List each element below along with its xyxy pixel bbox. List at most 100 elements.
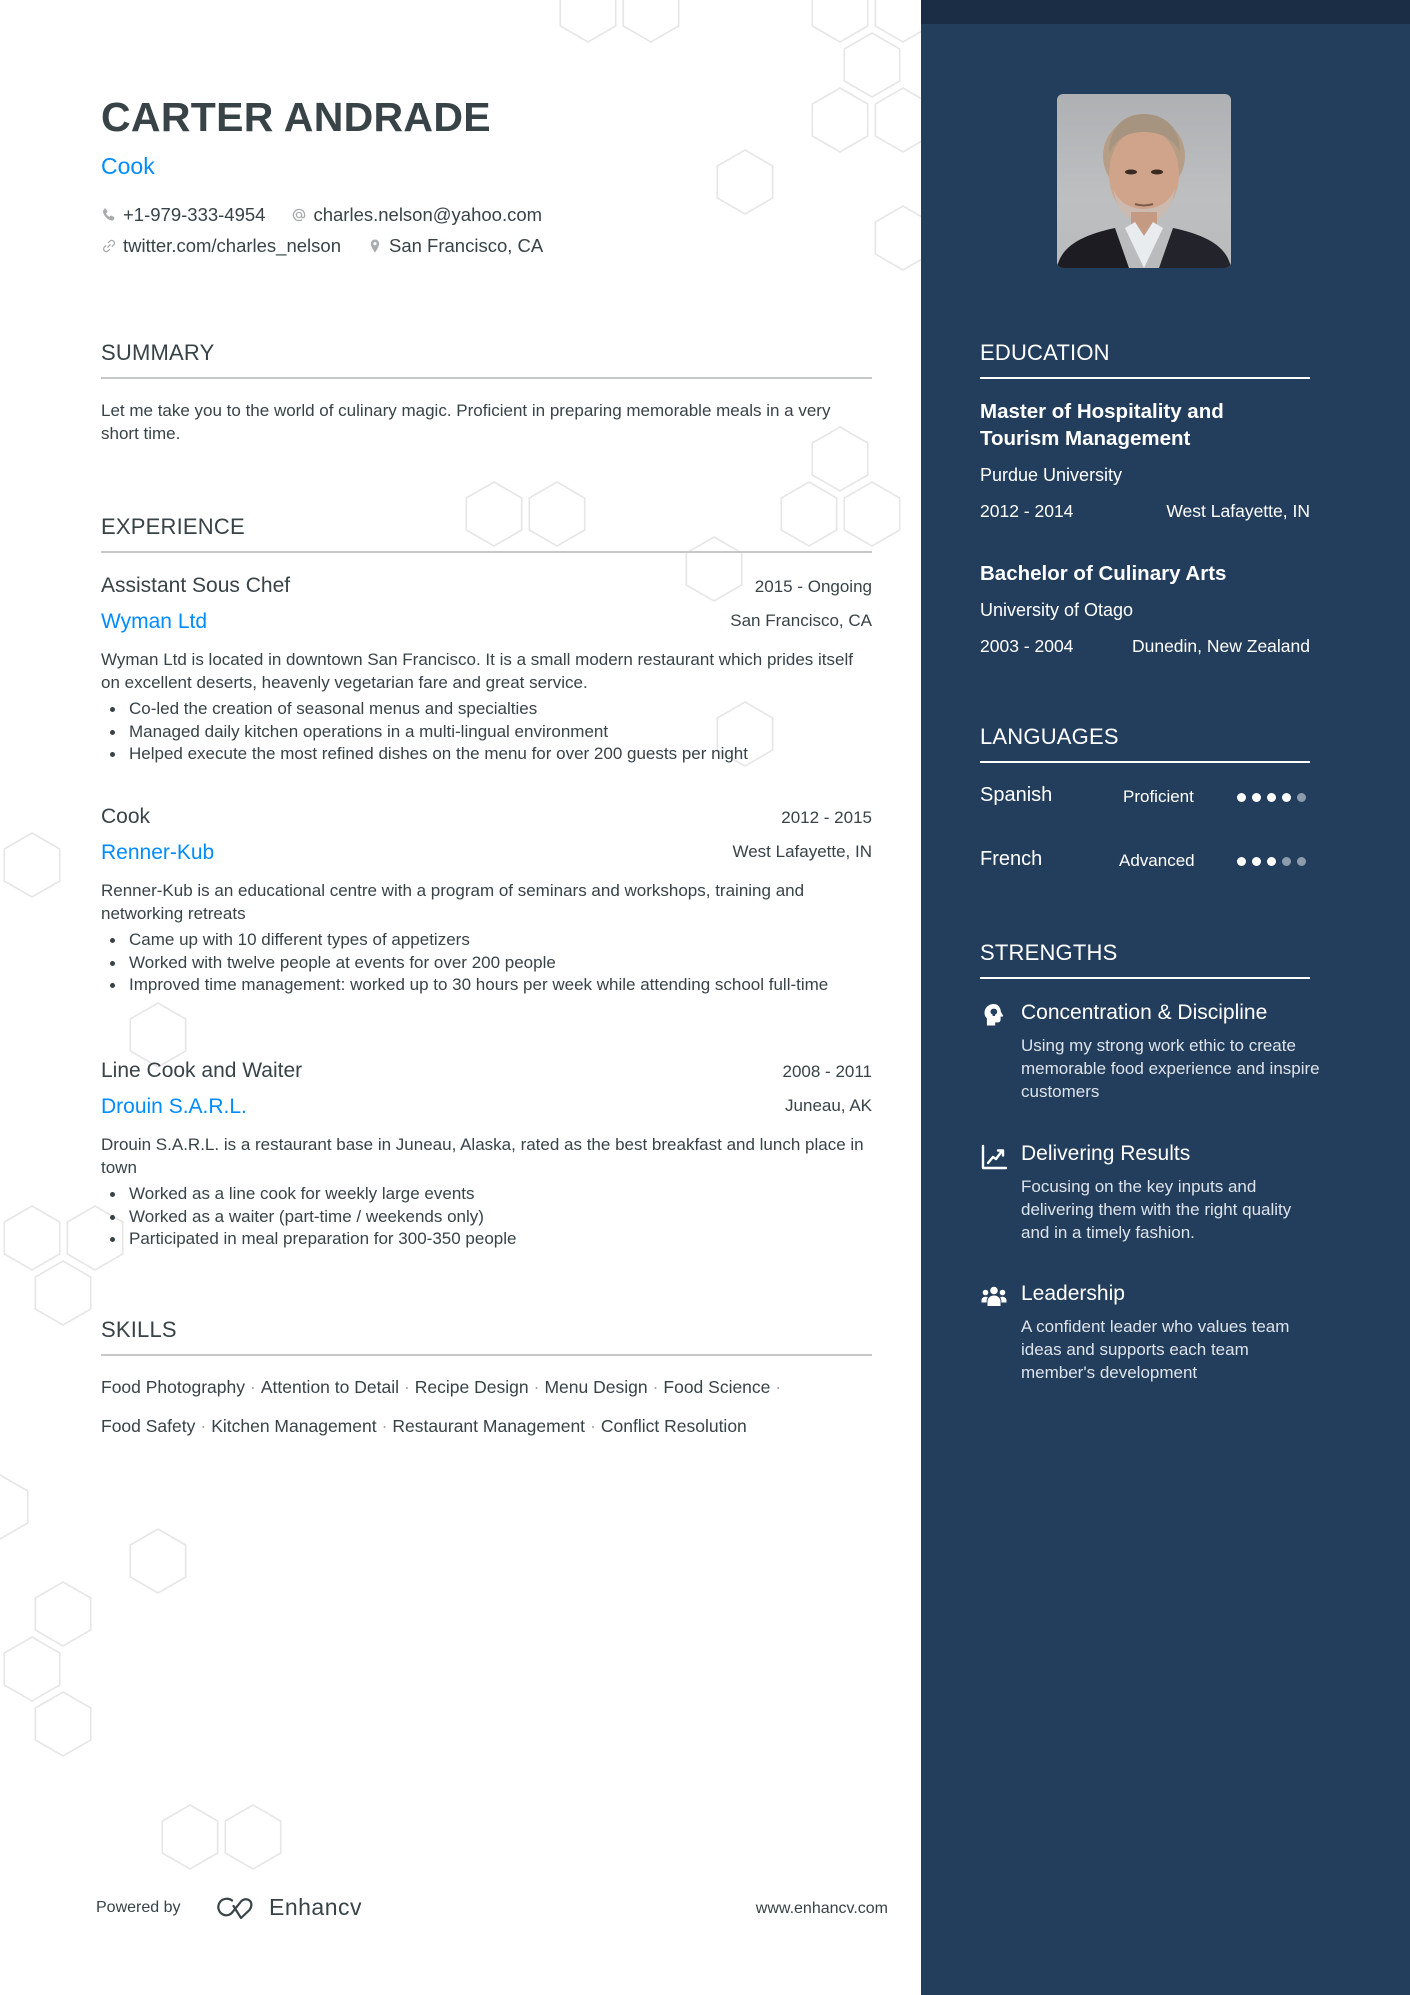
skills-row-1: Food Photography · Attention to Detail · Rec… [101, 1377, 786, 1398]
language-name: Spanish [980, 784, 1053, 806]
bullet-item: Helped execute the most refined dishes o… [101, 743, 872, 766]
rating-dot-filled [1252, 857, 1261, 866]
at-icon [291, 207, 307, 223]
bullet-item: Worked as a line cook for weekly large e… [101, 1183, 872, 1206]
rating-dot-filled [1237, 857, 1246, 866]
link-icon [101, 238, 117, 254]
education-school: University of Otago [980, 600, 1134, 620]
contact-phone[interactable]: +1-979-333-4954 [101, 204, 265, 226]
users-icon [980, 1283, 1008, 1311]
experience-dates: 2012 - 2015 [781, 808, 872, 827]
phone-text: +1-979-333-4954 [123, 204, 266, 225]
enhancv-logo-icon [217, 1897, 253, 1919]
candidate-name: CARTER ANDRADE [101, 94, 491, 140]
experience-bullets: Co-led the creation of seasonal menus an… [101, 698, 872, 766]
skill-tag: Recipe Design [414, 1377, 529, 1397]
experience-role: Line Cook and Waiter [101, 1059, 303, 1082]
experience-company[interactable]: Wyman Ltd [101, 610, 207, 634]
rating-dot-filled [1267, 793, 1276, 802]
language-rating [1237, 857, 1312, 866]
language-level: Proficient [1123, 787, 1194, 806]
location-pin-icon [367, 238, 383, 254]
bullet-item: Participated in meal preparation for 300… [101, 1228, 872, 1251]
email-text: charles.nelson@yahoo.com [313, 204, 543, 225]
powered-by-label: Powered by [96, 1899, 181, 1916]
location-text: San Francisco, CA [389, 235, 544, 256]
contact-location: San Francisco, CA [367, 235, 543, 257]
contact-row-1: +1-979-333-4954 charles.nelson@yahoo.com [101, 204, 568, 226]
experience-role: Cook [101, 805, 151, 828]
experience-company[interactable]: Renner-Kub [101, 841, 214, 865]
education-school: Purdue University [980, 465, 1123, 485]
skill-tag: Food Photography [101, 1377, 245, 1397]
strength-description: Focusing on the key inputs and deliverin… [1021, 1177, 1292, 1242]
strength-title: Leadership [1021, 1282, 1125, 1305]
skill-separator: · [403, 1377, 410, 1397]
languages-heading: LANGUAGES [980, 724, 1119, 749]
summary-divider [101, 377, 872, 379]
experience-location: Juneau, AK [785, 1096, 872, 1115]
experience-description: Renner-Kub is an educational centre with… [101, 881, 805, 923]
summary-text: Let me take you to the world of culinary… [101, 401, 831, 443]
bullet-item: Worked as a waiter (part-time / weekends… [101, 1206, 872, 1229]
sidebar: EDUCATION Master of Hospitality and Tour… [921, 0, 1410, 1995]
education-dates: 2012 - 2014 [980, 501, 1074, 521]
education-location: West Lafayette, IN [1166, 501, 1310, 521]
contact-twitter[interactable]: twitter.com/charles_nelson [101, 235, 341, 257]
candidate-title: Cook [101, 153, 155, 179]
education-location: Dunedin, New Zealand [1131, 636, 1310, 656]
brain-head-icon [980, 1001, 1008, 1029]
education-degree: Master of Hospitality and Tourism Manage… [980, 400, 1224, 450]
languages-divider [980, 761, 1310, 763]
skill-separator: · [652, 1377, 659, 1397]
language-name: French [980, 848, 1043, 870]
experience-bullets: Worked as a line cook for weekly large e… [101, 1183, 872, 1251]
experience-heading: EXPERIENCE [101, 514, 245, 539]
education-heading: EDUCATION [980, 340, 1110, 365]
skills-heading: SKILLS [101, 1317, 177, 1342]
experience-location: San Francisco, CA [730, 611, 872, 630]
skill-tag: Attention to Detail [260, 1377, 399, 1397]
rating-dot-filled [1237, 793, 1246, 802]
experience-role: Assistant Sous Chef [101, 574, 291, 597]
language-rating [1237, 793, 1312, 802]
skill-separator: · [200, 1416, 207, 1436]
rating-dot-empty [1297, 857, 1306, 866]
skill-tag: Food Safety [101, 1416, 196, 1436]
strengths-divider [980, 977, 1310, 979]
sidebar-top-band [921, 0, 1410, 24]
experience-dates: 2015 - Ongoing [754, 577, 872, 596]
contact-row-2: twitter.com/charles_nelson San Francisco… [101, 235, 569, 257]
experience-dates: 2008 - 2011 [782, 1062, 872, 1081]
experience-company[interactable]: Drouin S.A.R.L. [101, 1095, 247, 1119]
bullet-item: Managed daily kitchen operations in a mu… [101, 721, 872, 744]
experience-divider [101, 551, 872, 553]
bullet-item: Co-led the creation of seasonal menus an… [101, 698, 872, 721]
strength-description: Using my strong work ethic to create mem… [1021, 1036, 1320, 1101]
rating-dot-empty [1297, 793, 1306, 802]
skills-row-2: Food Safety · Kitchen Management · Restauran… [101, 1416, 747, 1437]
strength-title: Delivering Results [1021, 1142, 1191, 1165]
skill-tag: Menu Design [544, 1377, 648, 1397]
phone-icon [101, 207, 117, 223]
rating-dot-empty [1282, 857, 1291, 866]
contact-email[interactable]: charles.nelson@yahoo.com [291, 204, 542, 226]
strength-title: Concentration & Discipline [1021, 1001, 1268, 1024]
profile-photo [1057, 94, 1231, 268]
summary-heading: SUMMARY [101, 340, 215, 365]
experience-location: West Lafayette, IN [732, 842, 872, 861]
bullet-item: Improved time management: worked up to 3… [101, 974, 872, 997]
skill-separator: · [533, 1377, 540, 1397]
skill-separator: · [775, 1377, 782, 1397]
skills-divider [101, 1354, 872, 1356]
skill-separator: · [250, 1377, 256, 1397]
portrait-illustration [1057, 114, 1231, 268]
chart-line-icon [980, 1143, 1008, 1171]
bullet-item: Came up with 10 different types of appet… [101, 929, 872, 952]
enhancv-logo[interactable]: Enhancv [215, 1894, 362, 1921]
rating-dot-filled [1252, 793, 1261, 802]
rating-dot-filled [1267, 857, 1276, 866]
footer-url-link[interactable]: www.enhancv.com [756, 1900, 888, 1918]
experience-description: Wyman Ltd is located in downtown San Fra… [101, 650, 853, 692]
skill-tag: Food Science [663, 1377, 771, 1397]
